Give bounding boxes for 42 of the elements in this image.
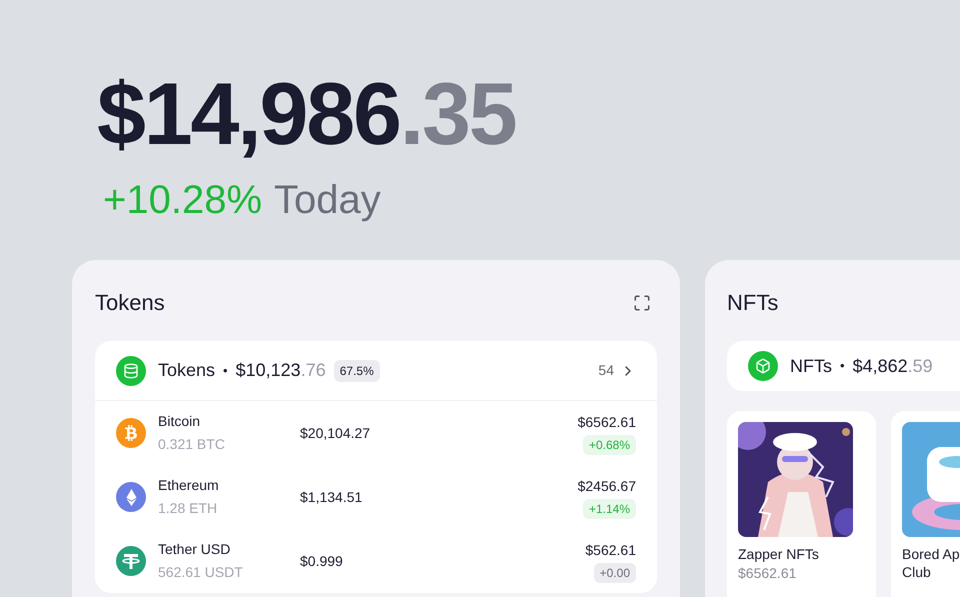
- balance-amount: $14,986: [97, 70, 400, 158]
- token-value: $2456.67: [578, 476, 636, 496]
- token-amount: 562.61 USDT: [158, 563, 244, 582]
- separator: •: [840, 357, 845, 376]
- section-total-cents: .76: [300, 359, 326, 382]
- section-total-cents: .59: [908, 354, 933, 378]
- change-badge: +1.14%: [582, 498, 636, 518]
- token-value: $562.61: [585, 540, 636, 560]
- nft-name: Bored Ap Club: [902, 545, 960, 581]
- bitcoin-icon: [116, 418, 146, 448]
- section-total: $10,123: [236, 359, 301, 382]
- nft-card[interactable]: Bored Ap Club: [891, 411, 960, 597]
- share-badge: 67.5%: [334, 360, 380, 382]
- change-badge: +0.68%: [582, 434, 636, 454]
- change-percent: +10.28%: [103, 180, 262, 220]
- change-badge: +0.00: [594, 562, 636, 582]
- database-icon: [116, 356, 146, 386]
- token-amount: 0.321 BTC: [158, 435, 226, 454]
- token-amount: 1.28 ETH: [158, 499, 218, 518]
- token-price: $1,134.51: [300, 488, 362, 506]
- expand-button[interactable]: [633, 294, 651, 312]
- token-price: $0.999: [300, 552, 343, 570]
- tether-icon: [116, 546, 146, 576]
- nft-value: $6562.61: [738, 564, 798, 583]
- token-price: $20,104.27: [300, 424, 370, 442]
- section-total: $4,862: [852, 354, 908, 378]
- panel-title: Tokens: [95, 289, 165, 317]
- nft-name: Zapper NFTs: [738, 545, 820, 563]
- token-value: $6562.61: [578, 412, 636, 432]
- section-label: NFTs: [790, 354, 832, 378]
- panel-title: NFTs: [727, 290, 778, 315]
- nft-card[interactable]: Zapper NFTs $6562.61: [727, 411, 876, 597]
- token-name: Tether USD: [158, 540, 232, 559]
- separator: •: [223, 362, 228, 380]
- section-label: Tokens: [158, 359, 216, 382]
- change-period: Today: [274, 180, 381, 220]
- token-name: Ethereum: [158, 476, 220, 495]
- cube-icon: [748, 351, 778, 381]
- token-name: Bitcoin: [158, 412, 202, 431]
- balance-cents: .35: [400, 70, 516, 158]
- token-count: 54: [598, 361, 614, 380]
- ethereum-icon: [116, 482, 146, 512]
